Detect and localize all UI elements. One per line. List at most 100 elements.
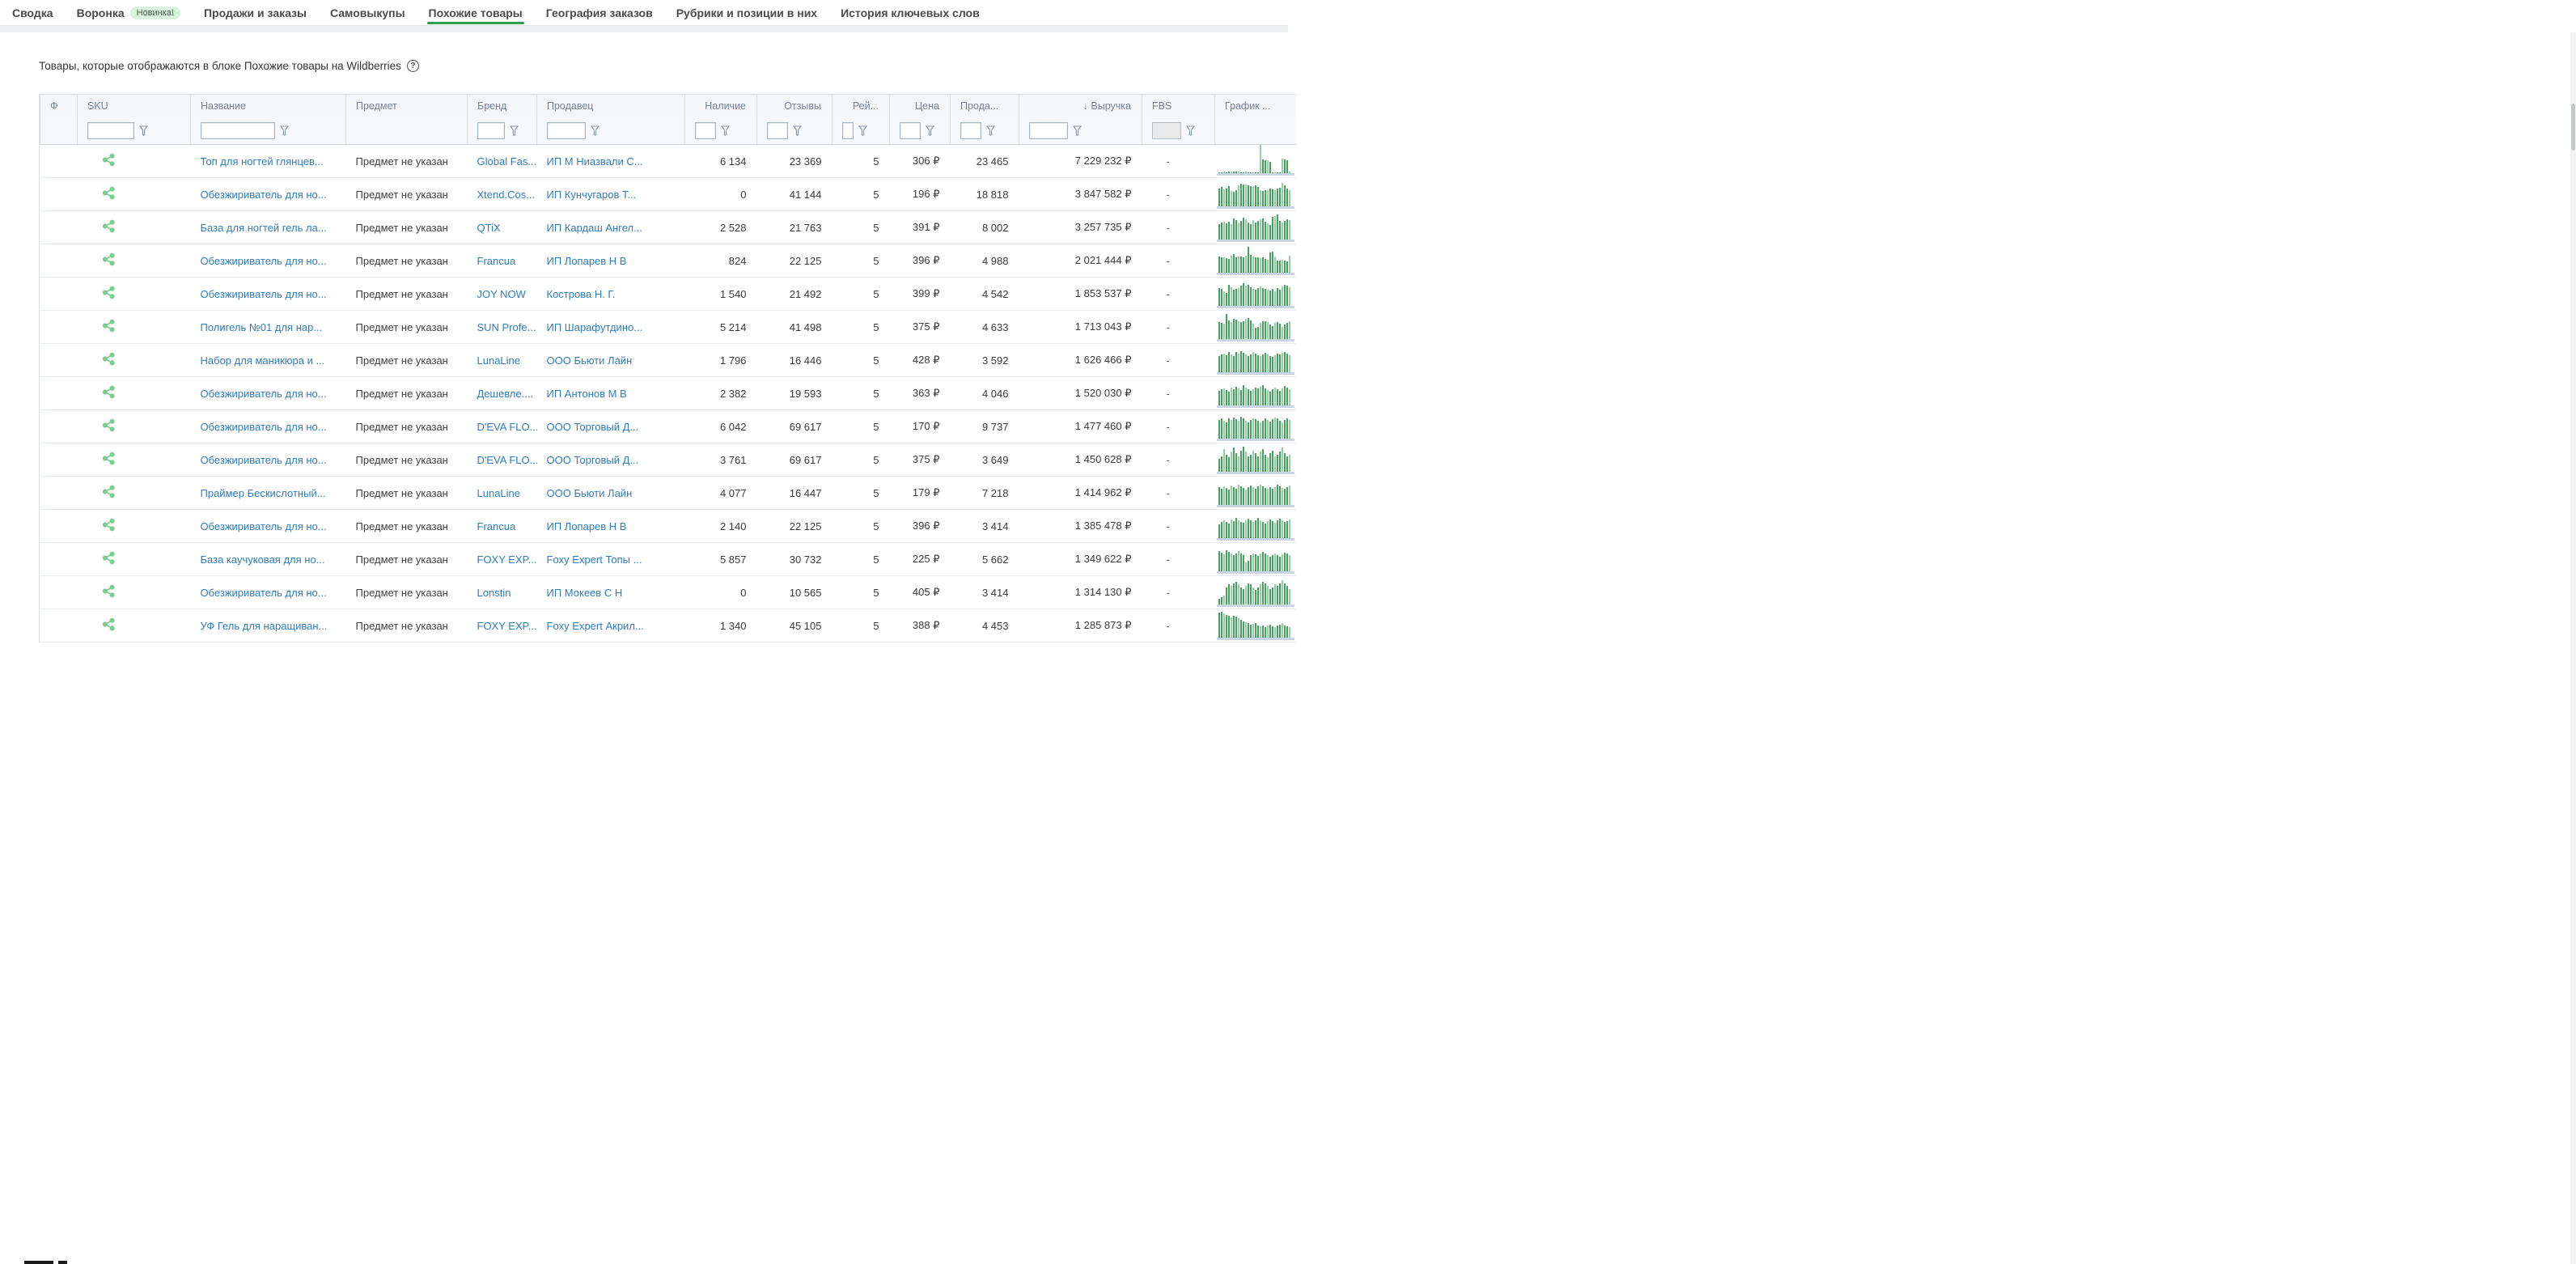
product-name-link[interactable]: Обезжириватель для но... <box>201 388 327 400</box>
share-icon[interactable] <box>102 252 116 266</box>
product-name-link[interactable]: Обезжириватель для но... <box>201 288 327 300</box>
col-header-stock[interactable]: Наличие <box>685 95 757 117</box>
col-header-name[interactable]: Название <box>191 95 346 117</box>
brand-link[interactable]: LunaLine <box>477 487 521 499</box>
filter-seller-input[interactable] <box>547 122 586 139</box>
seller-link[interactable]: ООО Бьюти Лайн <box>547 354 633 367</box>
product-name-link[interactable]: УФ Гель для наращиван... <box>201 620 328 632</box>
filter-sales-input[interactable] <box>960 122 981 139</box>
share-icon[interactable] <box>102 385 116 399</box>
product-name-link[interactable]: Обезжириватель для но... <box>201 520 327 532</box>
filter-funnel-icon[interactable] <box>926 125 934 136</box>
filter-reviews-input[interactable] <box>767 122 788 139</box>
brand-link[interactable]: Francua <box>477 255 516 267</box>
tab-prodazhi-i-zakazy[interactable]: Продажи и заказы <box>204 0 307 25</box>
col-header-price[interactable]: Цена <box>890 95 951 117</box>
horizontal-scrollbar-thumb[interactable] <box>58 1261 67 1264</box>
brand-link[interactable]: D'EVA FLO... <box>477 421 537 433</box>
tab-voronka[interactable]: ВоронкаНовинка! <box>77 0 180 25</box>
col-header-revenue[interactable]: ↓ Выручка <box>1019 95 1142 117</box>
col-header-sales[interactable]: Прода... <box>951 95 1019 117</box>
seller-link[interactable]: ООО Торговый Д... <box>547 454 639 466</box>
seller-link[interactable]: Кострова Н. Г. <box>547 288 616 300</box>
seller-link[interactable]: Foxy Expert Акрил... <box>547 620 644 632</box>
filter-funnel-icon[interactable] <box>1186 125 1195 136</box>
product-name-link[interactable]: Полигель №01 для нар... <box>201 321 323 333</box>
seller-link[interactable]: ИП М Ниазвали С... <box>547 155 643 168</box>
brand-link[interactable]: FOXY EXP... <box>477 554 537 566</box>
product-name-link[interactable]: Праймер Бескислотный... <box>201 487 326 499</box>
filter-funnel-icon[interactable] <box>858 125 867 136</box>
col-header-rating[interactable]: Рей... <box>833 95 890 117</box>
product-name-link[interactable]: Набор для маникюра и ... <box>201 354 325 367</box>
seller-link[interactable]: ИП Кардаш Ангел... <box>547 222 642 234</box>
seller-link[interactable]: ИП Антонов М В <box>547 388 627 400</box>
brand-link[interactable]: Lonstin <box>477 587 511 599</box>
brand-link[interactable]: Xtend.Cos... <box>477 189 536 201</box>
seller-link[interactable]: ООО Бьюти Лайн <box>547 487 633 499</box>
brand-link[interactable]: D'EVA FLO... <box>477 454 537 466</box>
scrollbar-thumb[interactable] <box>2571 104 2575 151</box>
seller-link[interactable]: Foxy Expert Топы ... <box>547 554 642 566</box>
share-icon[interactable] <box>102 186 116 200</box>
product-name-link[interactable]: Обезжириватель для но... <box>201 255 327 267</box>
share-icon[interactable] <box>102 518 116 532</box>
share-icon[interactable] <box>102 551 116 565</box>
seller-link[interactable]: ИП Лопарев Н В <box>547 255 627 267</box>
filter-funnel-icon[interactable] <box>591 125 600 136</box>
share-icon[interactable] <box>102 286 116 299</box>
seller-link[interactable]: ИП Шарафутдино... <box>547 321 643 333</box>
filter-funnel-icon[interactable] <box>793 125 802 136</box>
filter-funnel-icon[interactable] <box>510 125 519 136</box>
product-name-link[interactable]: Обезжириватель для но... <box>201 587 327 599</box>
share-icon[interactable] <box>102 418 116 432</box>
product-name-link[interactable]: Топ для ногтей глянцев... <box>201 155 324 168</box>
product-name-link[interactable]: Обезжириватель для но... <box>201 189 327 201</box>
vertical-scrollbar[interactable] <box>2570 32 2576 1264</box>
share-icon[interactable] <box>102 617 116 631</box>
share-icon[interactable] <box>102 352 116 366</box>
share-icon[interactable] <box>102 319 116 333</box>
filter-funnel-icon[interactable] <box>280 125 289 136</box>
horizontal-scrollbar-thumb[interactable] <box>24 1261 53 1264</box>
col-header-subject[interactable]: Предмет <box>346 95 468 117</box>
seller-link[interactable]: ИП Мокеев С Н <box>547 587 623 599</box>
filter-price-input[interactable] <box>900 122 921 139</box>
share-icon[interactable] <box>102 153 116 167</box>
share-icon[interactable] <box>102 219 116 233</box>
seller-link[interactable]: ИП Лопарев Н В <box>547 520 627 532</box>
share-icon[interactable] <box>102 452 116 465</box>
filter-name-input[interactable] <box>201 122 275 139</box>
tab-pohozhie-tovary[interactable]: Похожие товары <box>429 0 523 25</box>
product-name-link[interactable]: Обезжириватель для но... <box>201 421 327 433</box>
tab-svodka[interactable]: Сводка <box>12 0 53 25</box>
col-header-seller[interactable]: Продавец <box>537 95 685 117</box>
brand-link[interactable]: FOXY EXP... <box>477 620 537 632</box>
col-header-brand[interactable]: Бренд <box>468 95 537 117</box>
filter-revenue-input[interactable] <box>1029 122 1068 139</box>
seller-link[interactable]: ИП Кунчугаров Т... <box>547 189 637 201</box>
product-name-link[interactable]: Обезжириватель для но... <box>201 454 327 466</box>
filter-sku-input[interactable] <box>87 122 134 139</box>
product-name-link[interactable]: База каучуковая для но... <box>201 554 325 566</box>
seller-link[interactable]: ООО Торговый Д... <box>547 421 639 433</box>
filter-funnel-icon[interactable] <box>721 125 730 136</box>
brand-link[interactable]: LunaLine <box>477 354 521 367</box>
tab-istoriya-klyuchevyh-slov[interactable]: История ключевых слов <box>841 0 980 25</box>
product-name-link[interactable]: База для ногтей гель ла... <box>201 222 327 234</box>
col-header-photo[interactable]: Ф <box>40 95 78 117</box>
help-icon[interactable]: ? <box>407 60 419 72</box>
filter-stock-input[interactable] <box>695 122 716 139</box>
col-header-fbs[interactable]: FBS <box>1142 95 1215 117</box>
tab-samovykupy[interactable]: Самовыкупы <box>330 0 405 25</box>
brand-link[interactable]: Francua <box>477 520 516 532</box>
brand-link[interactable]: Global Fas... <box>477 155 537 168</box>
filter-funnel-icon[interactable] <box>1073 125 1082 136</box>
filter-rating-input[interactable] <box>842 122 854 139</box>
share-icon[interactable] <box>102 584 116 598</box>
brand-link[interactable]: Дешевле.... <box>477 388 534 400</box>
tab-geografiya-zakazov[interactable]: География заказов <box>546 0 653 25</box>
filter-brand-input[interactable] <box>477 122 505 139</box>
share-icon[interactable] <box>102 485 116 498</box>
col-header-chart[interactable]: График ... <box>1215 95 1296 117</box>
